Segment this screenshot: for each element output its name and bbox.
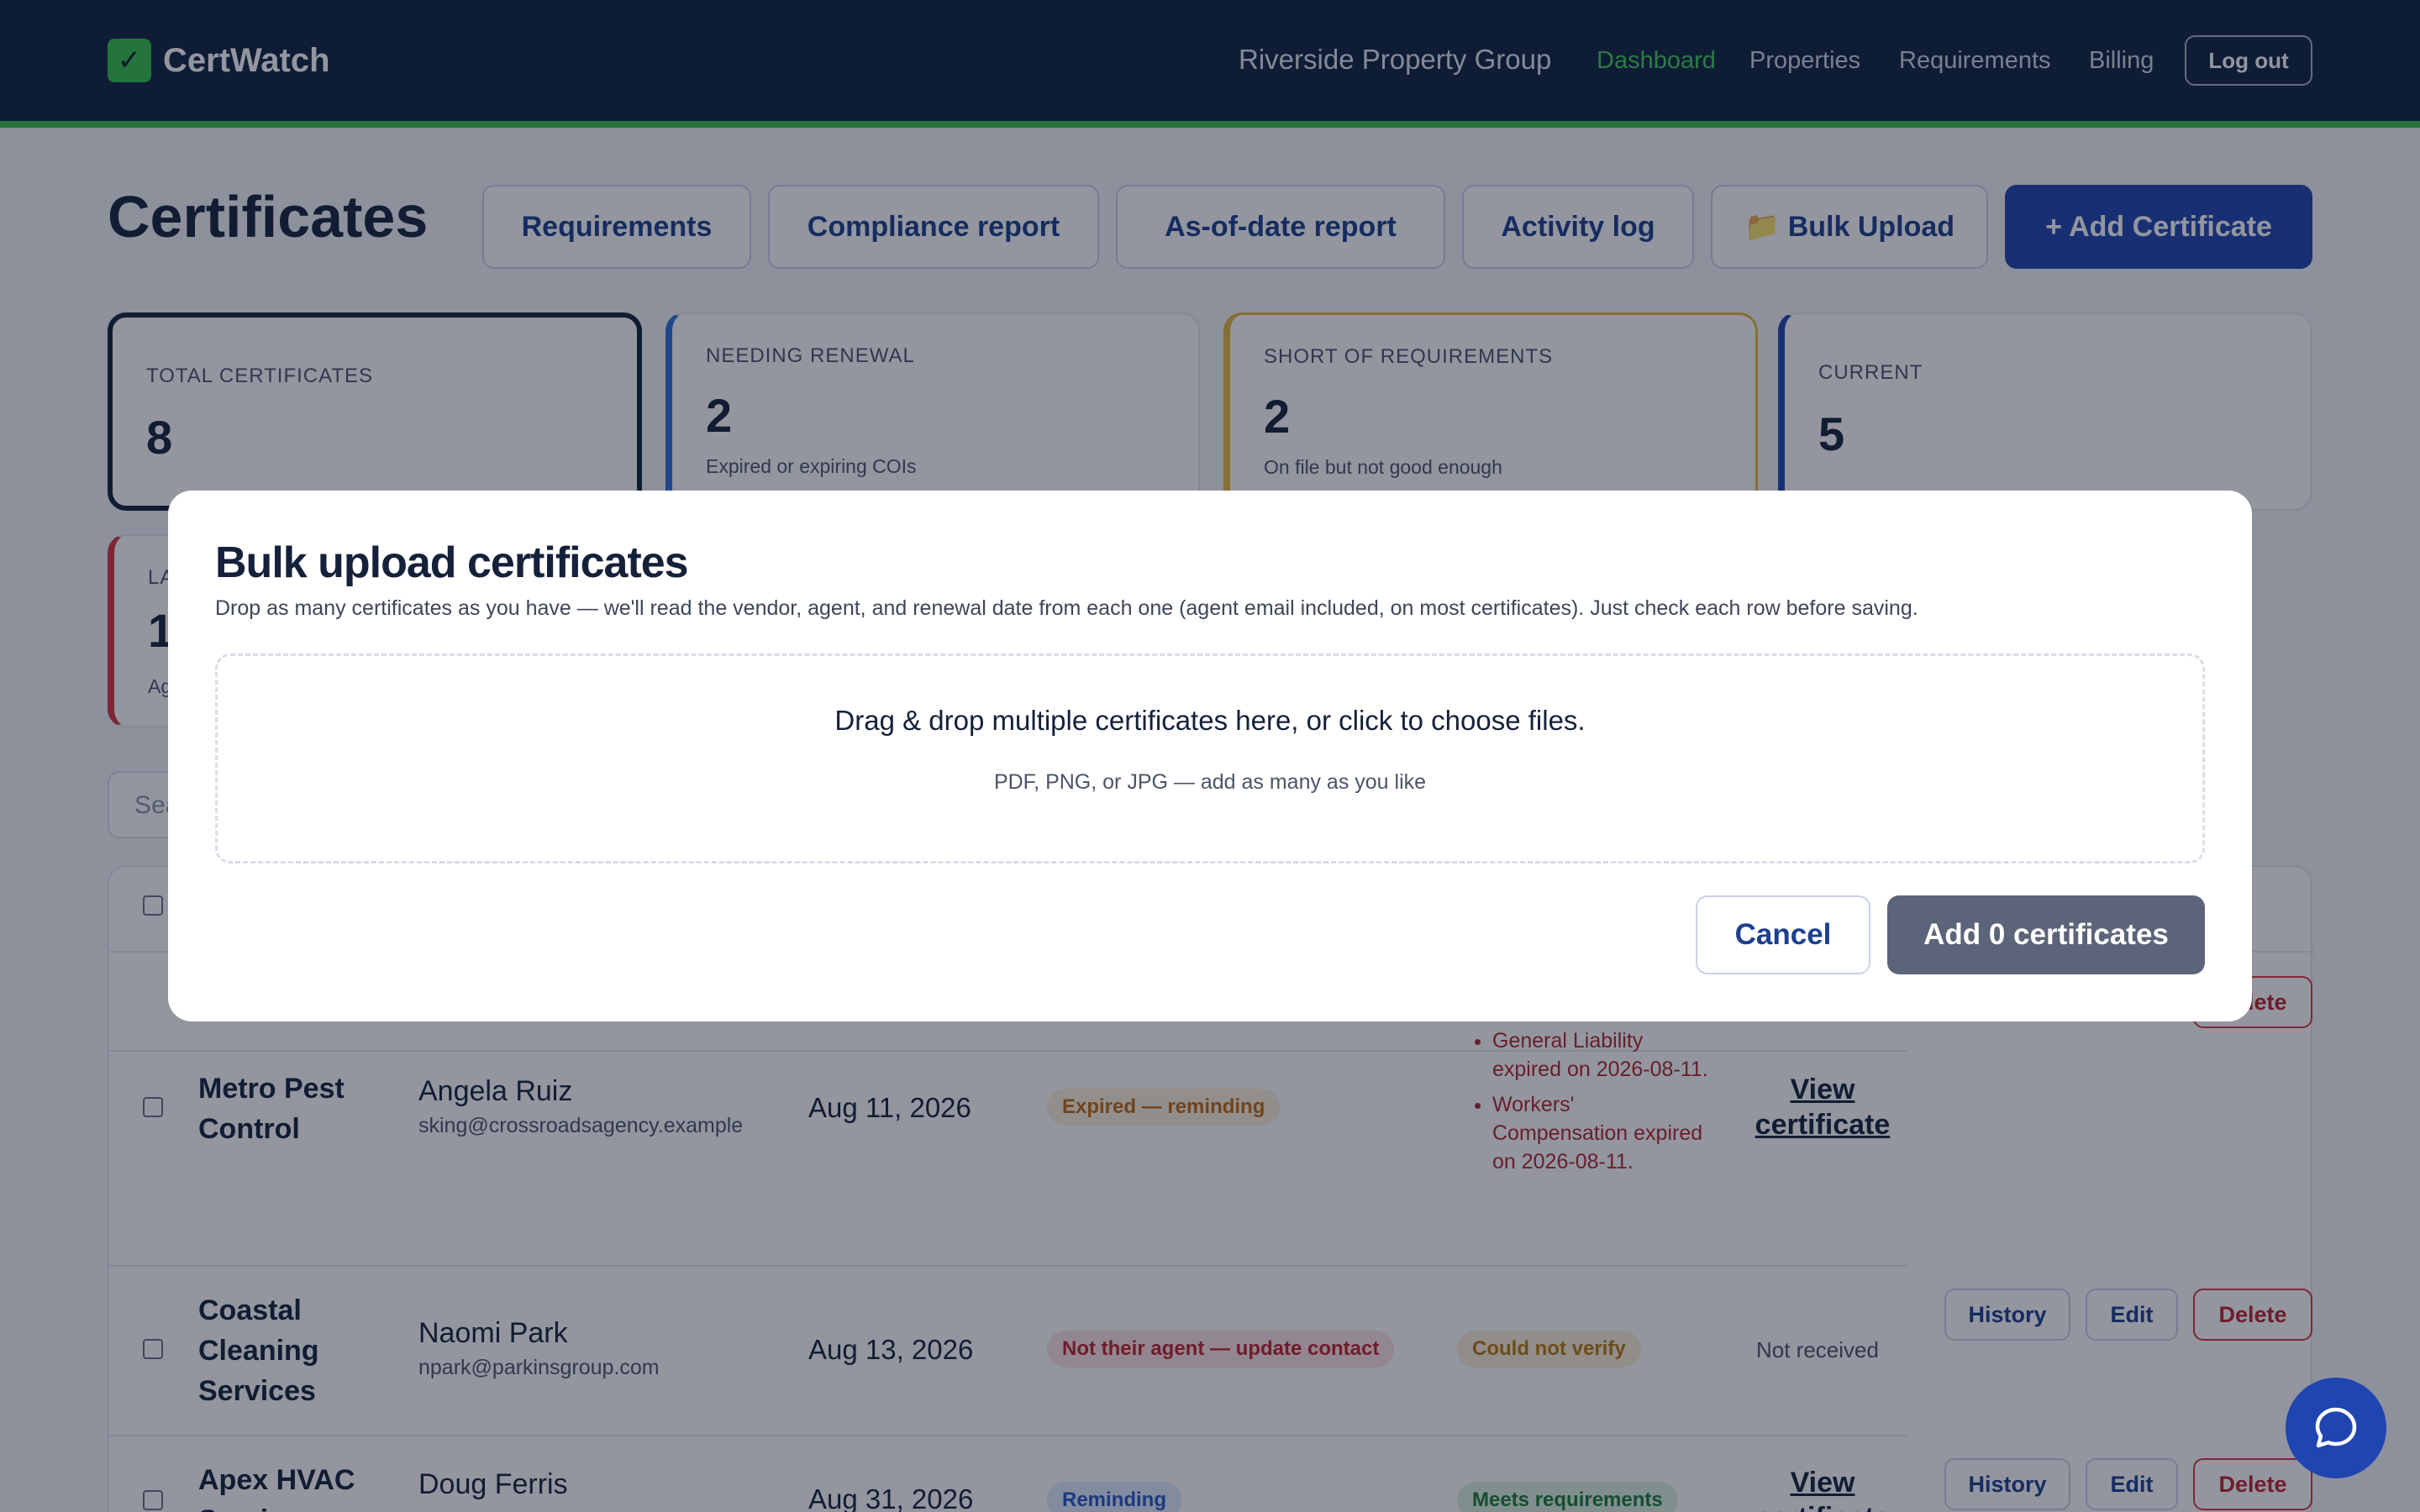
modal-title: Bulk upload certificates: [215, 538, 689, 587]
chat-button[interactable]: [2286, 1378, 2386, 1478]
file-dropzone[interactable]: Drag & drop multiple certificates here, …: [215, 654, 2205, 864]
dropzone-instruction: Drag & drop multiple certificates here, …: [834, 705, 1586, 736]
add-certificates-button[interactable]: Add 0 certificates: [1887, 895, 2205, 974]
bulk-upload-modal: Bulk upload certificates Drop as many ce…: [168, 491, 2252, 1021]
dropzone-file-types: PDF, PNG, or JPG — add as many as you li…: [993, 770, 1427, 794]
chat-bubble-icon: [2315, 1407, 2357, 1448]
modal-description: Drop as many certificates as you have — …: [215, 596, 1918, 620]
cancel-button[interactable]: Cancel: [1696, 895, 1870, 974]
